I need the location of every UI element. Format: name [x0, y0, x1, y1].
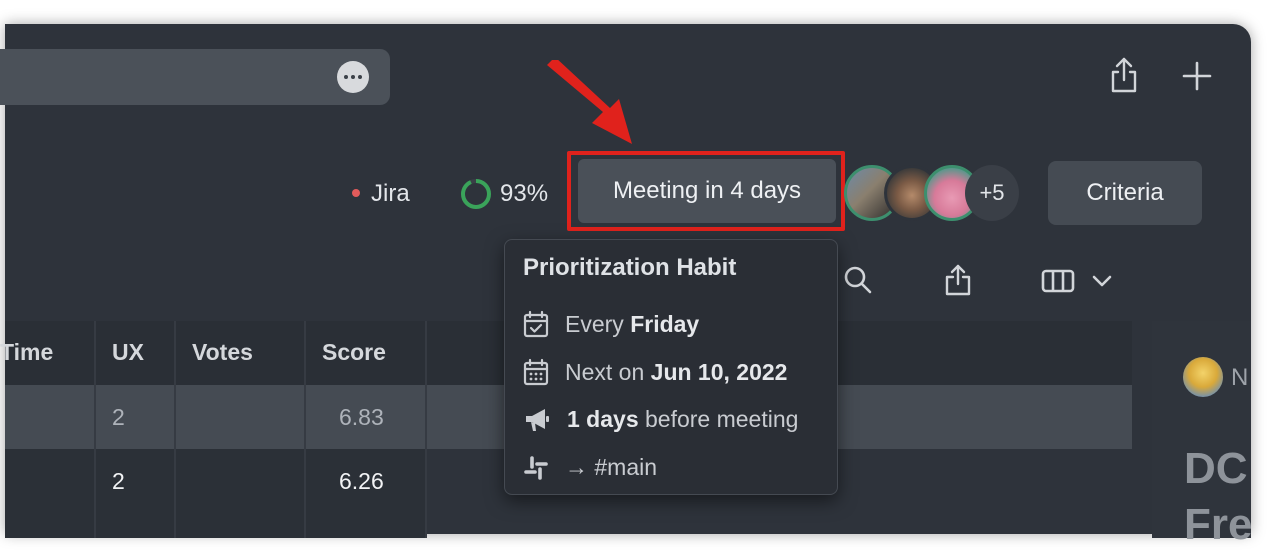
criteria-button[interactable]: Criteria [1048, 161, 1202, 225]
search-bar[interactable] [0, 49, 390, 105]
jira-label[interactable]: Jira [371, 179, 410, 209]
tooltip-next-date: Next on Jun 10, 2022 [523, 358, 787, 386]
highlight-box [567, 151, 845, 231]
next-prefix: Next on [565, 358, 645, 385]
chevron-down-icon[interactable] [1091, 273, 1113, 294]
columns-icon[interactable] [1041, 268, 1075, 299]
column-divider [304, 321, 306, 538]
side-panel-heading: DC [1184, 444, 1248, 493]
tooltip-slack: → #main [523, 454, 657, 481]
column-divider [94, 321, 96, 538]
annotation-arrow [547, 60, 632, 144]
megaphone-icon [526, 408, 549, 431]
table-row[interactable] [5, 513, 425, 538]
cell-score: 6.26 [339, 468, 384, 494]
slack-channel: → #main [565, 454, 658, 480]
side-panel-heading-2: Fre [1184, 500, 1253, 549]
column-divider [174, 321, 176, 538]
avatar[interactable] [1183, 357, 1223, 397]
reminder-days: 1 days [567, 406, 639, 432]
slack-icon [524, 455, 548, 480]
tooltip-recurrence: Every Friday [523, 310, 699, 338]
export-icon[interactable] [943, 263, 973, 302]
tooltip-title: Prioritization Habit [523, 254, 737, 281]
cell-ux: 2 [112, 468, 125, 494]
recurrence-prefix: Every [565, 310, 624, 337]
column-header-score[interactable]: Score [322, 339, 386, 366]
column-header-votes[interactable]: Votes [192, 339, 253, 366]
side-panel-name: N [1231, 364, 1249, 391]
column-header-ux[interactable]: UX [112, 339, 144, 366]
column-header-time[interactable]: Time [0, 339, 53, 366]
tooltip-reminder: 1 days before meeting [523, 406, 798, 433]
next-date: Jun 10, 2022 [650, 358, 788, 385]
more-avatars-count[interactable]: +5 [965, 165, 1019, 221]
plus-icon[interactable] [1182, 61, 1212, 96]
calendar-check-icon [523, 310, 549, 338]
progress-ring-icon [459, 177, 493, 216]
column-divider [425, 321, 427, 538]
share-icon[interactable] [1108, 56, 1140, 99]
cell-ux: 2 [112, 404, 125, 430]
reminder-text: before meeting [645, 406, 799, 432]
meeting-tooltip: Prioritization Habit Every Friday Next o… [504, 239, 838, 495]
calendar-icon [523, 358, 549, 386]
cell-score: 6.83 [339, 404, 384, 430]
progress-label: 93% [500, 180, 549, 207]
recurrence-day: Friday [630, 310, 700, 337]
search-icon[interactable] [843, 265, 873, 300]
criteria-label: Criteria [1086, 179, 1164, 206]
jira-status-dot [352, 189, 360, 197]
more-horizontal-icon[interactable] [337, 61, 369, 93]
